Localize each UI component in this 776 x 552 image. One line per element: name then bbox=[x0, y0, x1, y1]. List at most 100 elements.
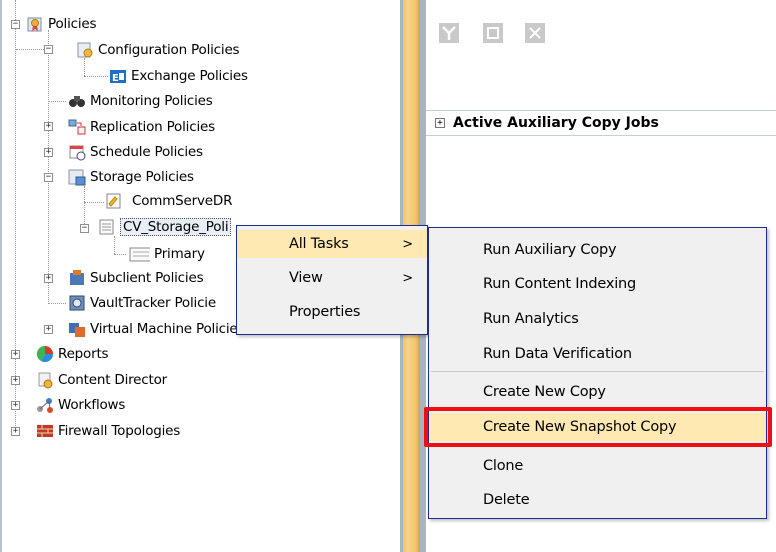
collapse-toggle[interactable]: − bbox=[44, 45, 53, 54]
tree-label: Policies bbox=[48, 16, 97, 32]
menu-item-run-auxiliary-copy[interactable]: Run Auxiliary Copy bbox=[429, 236, 766, 264]
tree-connector bbox=[15, 0, 16, 430]
tree-connector bbox=[48, 303, 66, 304]
subclient-icon bbox=[70, 270, 84, 285]
collapse-toggle[interactable]: − bbox=[44, 173, 53, 182]
menu-item-clone[interactable]: Clone bbox=[429, 452, 766, 480]
export-icon[interactable] bbox=[482, 22, 504, 44]
reports-icon bbox=[36, 345, 54, 363]
tree-label: Exchange Policies bbox=[131, 68, 248, 84]
tree-label: CV_Storage_Poli bbox=[120, 218, 232, 236]
svg-text:E: E bbox=[112, 73, 119, 84]
menu-item-run-analytics[interactable]: Run Analytics bbox=[429, 305, 766, 333]
tree-label: Primary bbox=[154, 246, 205, 262]
tree-item-vaulttracker-policies[interactable]: VaultTracker Policie bbox=[68, 293, 216, 313]
configuration-policies-icon bbox=[77, 42, 93, 58]
excel-icon[interactable] bbox=[524, 22, 546, 44]
menu-item-label: Delete bbox=[483, 492, 530, 508]
menu-item-properties[interactable]: Properties bbox=[237, 298, 427, 326]
menu-item-label: Clone bbox=[483, 458, 524, 474]
menu-item-run-data-verification[interactable]: Run Data Verification bbox=[429, 340, 766, 368]
collapse-toggle[interactable]: − bbox=[80, 224, 89, 233]
menu-item-label: Properties bbox=[289, 304, 361, 320]
tree-label: Virtual Machine Policies bbox=[90, 321, 245, 337]
tree-item-policies[interactable]: Policies bbox=[26, 14, 97, 34]
menu-item-delete[interactable]: Delete bbox=[429, 486, 766, 514]
menu-item-run-content-indexing[interactable]: Run Content Indexing bbox=[429, 270, 766, 298]
tree-label: Firewall Topologies bbox=[58, 423, 181, 439]
menu-item-label: View bbox=[289, 270, 323, 286]
collapse-toggle[interactable]: − bbox=[11, 20, 20, 29]
expand-toggle[interactable]: + bbox=[44, 274, 53, 283]
expand-toggle[interactable]: + bbox=[11, 427, 20, 436]
active-auxiliary-copy-jobs-header[interactable]: + Active Auxiliary Copy Jobs bbox=[426, 110, 776, 136]
tree-item-primary[interactable]: Primary bbox=[126, 244, 205, 264]
tree-label: Storage Policies bbox=[90, 169, 194, 185]
menu-item-label: Run Data Verification bbox=[483, 346, 632, 362]
tree-item-cv-storage-policy[interactable]: CV_Storage_Poli bbox=[98, 217, 232, 237]
tree-connector bbox=[16, 49, 44, 50]
submenu-arrow-icon: > bbox=[402, 236, 413, 252]
tree-label: Monitoring Policies bbox=[90, 93, 213, 109]
expand-toggle[interactable]: + bbox=[11, 376, 20, 385]
expand-toggle[interactable]: + bbox=[44, 148, 53, 157]
tree-label: Configuration Policies bbox=[98, 42, 240, 58]
replication-icon bbox=[68, 119, 86, 135]
tree-connector bbox=[48, 101, 66, 102]
tree-item-content-director[interactable]: Content Director bbox=[36, 370, 167, 390]
menu-item-label: Run Analytics bbox=[483, 311, 579, 327]
tree-label: VaultTracker Policie bbox=[90, 295, 216, 311]
tree-label: Replication Policies bbox=[90, 119, 215, 135]
workflows-icon bbox=[37, 398, 53, 413]
tree-item-commservedr[interactable]: CommServeDR bbox=[105, 191, 232, 211]
pdf-icon[interactable] bbox=[438, 22, 460, 44]
tree-item-subclient-policies[interactable]: Subclient Policies bbox=[68, 268, 204, 288]
firewall-icon bbox=[37, 425, 53, 437]
menu-item-label: Run Auxiliary Copy bbox=[483, 242, 617, 258]
expand-toggle[interactable]: + bbox=[435, 118, 445, 128]
menu-item-view[interactable]: View > bbox=[237, 264, 427, 292]
menu-item-label: Run Content Indexing bbox=[483, 276, 637, 292]
menu-item-create-new-copy[interactable]: Create New Copy bbox=[429, 378, 766, 406]
expand-toggle[interactable]: + bbox=[11, 350, 20, 359]
tree-item-reports[interactable]: Reports bbox=[36, 344, 109, 364]
context-menu: All Tasks > View > Properties bbox=[236, 225, 428, 335]
menu-separator bbox=[431, 371, 764, 372]
annotation-highlight bbox=[424, 407, 772, 447]
tree-connector bbox=[114, 254, 126, 255]
tree-connector bbox=[84, 58, 85, 76]
binoculars-icon bbox=[69, 96, 85, 107]
tree-item-configuration-policies[interactable]: Configuration Policies bbox=[76, 40, 240, 60]
tree-item-storage-policies[interactable]: Storage Policies bbox=[68, 167, 194, 187]
menu-item-label: Create New Copy bbox=[483, 384, 606, 400]
tree-connector bbox=[48, 30, 49, 304]
schedule-icon bbox=[69, 145, 86, 161]
tree-item-workflows[interactable]: Workflows bbox=[36, 395, 125, 415]
virtual-machine-icon bbox=[69, 323, 85, 337]
expand-toggle[interactable]: + bbox=[44, 325, 53, 334]
tree-connector bbox=[84, 202, 104, 203]
tree-item-replication-policies[interactable]: Replication Policies bbox=[68, 117, 215, 137]
tree-label: CommServeDR bbox=[132, 193, 233, 209]
expand-toggle[interactable]: + bbox=[44, 122, 53, 131]
section-title: Active Auxiliary Copy Jobs bbox=[453, 115, 659, 131]
tree-item-exchange-policies[interactable]: E Exchange Policies bbox=[109, 66, 248, 86]
tree-item-monitoring-policies[interactable]: Monitoring Policies bbox=[68, 91, 213, 111]
tree-connector bbox=[84, 76, 108, 77]
tree-label: Workflows bbox=[58, 397, 126, 413]
menu-item-label: All Tasks bbox=[289, 236, 349, 252]
content-director-icon bbox=[38, 372, 53, 389]
expand-toggle[interactable]: + bbox=[11, 401, 20, 410]
primary-copy-icon bbox=[129, 247, 150, 262]
vaulttracker-icon bbox=[69, 295, 85, 311]
storage-policy-icon bbox=[99, 219, 114, 235]
tree-item-schedule-policies[interactable]: Schedule Policies bbox=[68, 142, 203, 162]
tree-item-firewall-topologies[interactable]: Firewall Topologies bbox=[36, 421, 180, 441]
tree-label: Reports bbox=[58, 346, 109, 362]
all-tasks-submenu: Run Auxiliary Copy Run Content Indexing … bbox=[428, 227, 767, 519]
storage-policies-icon bbox=[68, 169, 86, 186]
menu-item-all-tasks[interactable]: All Tasks > bbox=[237, 230, 427, 258]
tree-connector bbox=[114, 236, 115, 254]
policies-icon bbox=[27, 17, 42, 32]
tree-item-virtual-machine-policies[interactable]: Virtual Machine Policies bbox=[68, 319, 245, 339]
